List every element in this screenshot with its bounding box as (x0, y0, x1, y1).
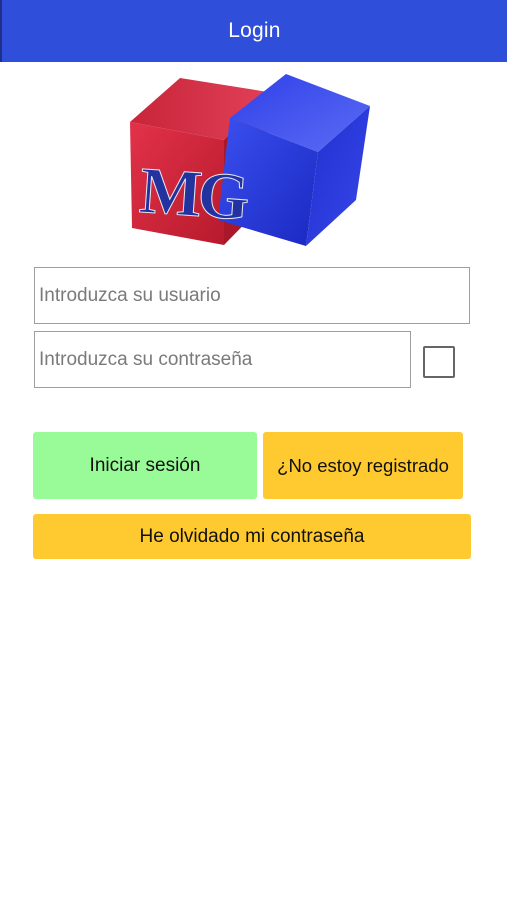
show-password-checkbox[interactable] (423, 346, 455, 378)
mg-logo: MG (130, 74, 370, 246)
username-input[interactable] (39, 268, 469, 323)
forgot-password-button[interactable]: He olvidado mi contraseña (33, 514, 471, 559)
username-field[interactable] (34, 267, 470, 324)
password-input[interactable] (39, 332, 410, 387)
login-button[interactable]: Iniciar sesión (33, 432, 257, 499)
app-bar: Login (0, 0, 507, 62)
logo-text: MG (137, 154, 250, 234)
register-button[interactable]: ¿No estoy registrado (263, 432, 463, 499)
page-title: Login (228, 19, 281, 42)
password-field[interactable] (34, 331, 411, 388)
